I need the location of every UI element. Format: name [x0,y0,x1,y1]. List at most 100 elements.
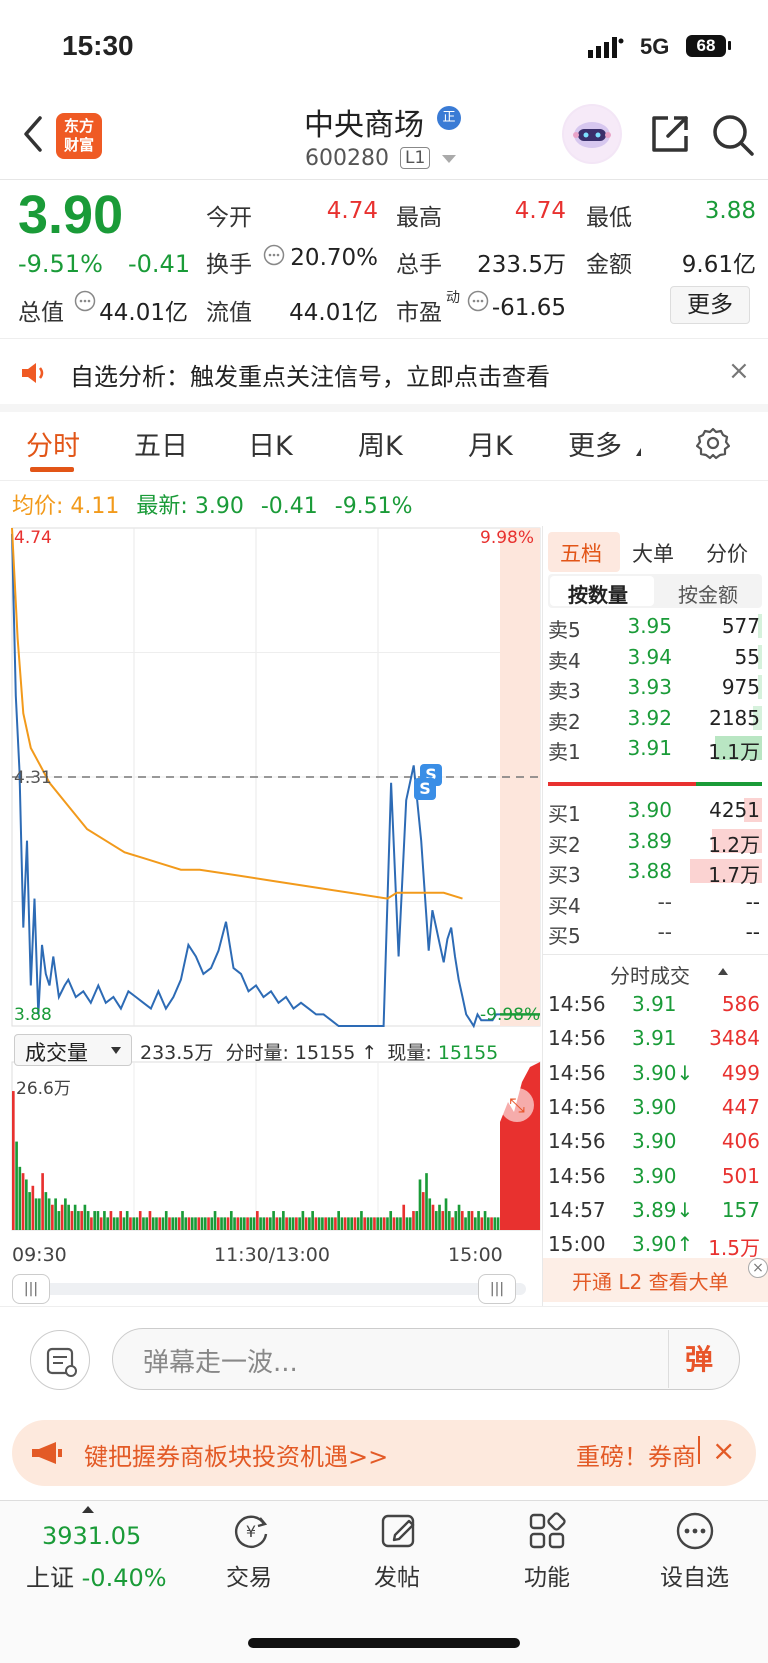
danmu-settings-icon[interactable] [30,1330,90,1390]
bid-row[interactable]: 买5 -- -- [548,918,762,948]
share-icon[interactable] [648,112,692,156]
bid-price: 3.89 [627,828,672,853]
bid-row[interactable]: 买3 3.88 1.7万 [548,857,762,887]
nav-trade-label[interactable]: 交易 [226,1558,272,1592]
settings-gear-icon[interactable] [696,426,730,460]
volume-bar [125,1211,129,1230]
banner-text-secondary[interactable]: 重磅！券商 [576,1437,696,1472]
range-scrollbar-track[interactable] [18,1283,526,1295]
notice-close-button[interactable]: × [728,356,750,386]
tab-big-order[interactable]: 大单 [632,538,674,568]
volume-bar [164,1211,168,1230]
danmu-placeholder[interactable]: 弹幕走一波... [143,1342,298,1379]
ask-row[interactable]: 卖2 3.92 2185 [548,704,762,734]
x-tick-noon: 11:30/13:00 [214,1244,330,1266]
subtab-by-amount[interactable]: 按金额 [678,579,738,608]
volume-bar [327,1217,331,1230]
volume-bar [73,1204,77,1230]
range-handle-right[interactable]: ||| [478,1274,516,1304]
bid-price: 3.90 [627,798,672,822]
volume-bar [233,1217,236,1230]
search-icon[interactable] [710,112,756,158]
trade-volume: 157 [721,1197,760,1222]
yen-refresh-icon[interactable]: ¥ [230,1510,272,1552]
bid-label: 买2 [548,832,581,857]
volume-bar [236,1217,240,1230]
header-divider [0,179,768,180]
chevron-down-icon[interactable] [442,155,456,163]
indicator-select[interactable]: 成交量 [14,1034,132,1066]
latest-value: 3.90 [194,494,244,519]
volume-bar [337,1211,340,1230]
more-dots-icon[interactable] [674,1510,716,1552]
tab-price-dist[interactable]: 分价 [706,538,748,568]
bid-row[interactable]: 买2 3.89 1.2万 [548,827,762,857]
volume-bar [174,1217,178,1230]
subtab-by-volume[interactable]: 按数量 [568,579,628,608]
danmu-send-button[interactable]: 弹 [685,1338,713,1378]
tab-more[interactable]: 更多 [568,424,622,463]
tab-daily-k[interactable]: 日K [248,424,293,463]
volume-bar [190,1217,194,1230]
chevron-up-icon[interactable] [82,1506,94,1513]
trade-time: 14:56 [548,1129,606,1154]
more-quote-button[interactable]: 更多 [670,286,750,324]
trade-volume: 406 [721,1129,760,1154]
ask-volume: 577 [721,614,760,638]
level-badge[interactable]: L1 [400,147,431,169]
info-dots-icon[interactable] [467,290,489,312]
tab-intraday[interactable]: 分时 [26,424,80,463]
ask-row[interactable]: 卖1 3.91 1.1万 [548,734,762,764]
volume-bar [171,1217,175,1230]
megaphone-icon [32,1442,62,1464]
app-logo: 东方 财富 [56,113,102,159]
bid-row[interactable]: 买4 -- -- [548,888,762,918]
tab-weekly-k[interactable]: 周K [358,424,403,463]
volume-bar [181,1211,184,1230]
status-time: 15:30 [62,30,134,61]
volume-bar [122,1217,126,1230]
bid-row[interactable]: 买1 3.90 4251 [548,796,762,826]
banner-text[interactable]: 键把握券商板块投资机遇>> [84,1437,388,1472]
tab-five-level[interactable]: 五档 [560,538,602,568]
tab-monthly-k[interactable]: 月K [468,424,513,463]
robot-icon [564,106,620,162]
signal-marker-s[interactable]: S [414,778,436,800]
volume-bar [473,1217,477,1230]
volume-bar [467,1211,471,1230]
volume-bar [38,1198,41,1230]
ask-row[interactable]: 卖3 3.93 975 [548,673,762,703]
volume-bar [464,1217,467,1230]
ask-label: 卖4 [548,648,581,673]
volume-bar [93,1211,96,1230]
tab-more-caret-icon [636,448,641,456]
edit-icon[interactable] [378,1510,420,1552]
tab-five-day[interactable]: 五日 [134,424,188,463]
banner-close-button[interactable]: × [712,1434,735,1467]
nav-add-watchlist-label[interactable]: 设自选 [660,1558,729,1592]
chevron-up-icon[interactable] [718,968,728,975]
range-handle-left[interactable]: ||| [12,1274,50,1304]
info-dots-icon[interactable] [74,290,96,312]
back-button[interactable] [18,112,48,156]
after-hours-volume [500,1062,540,1230]
assistant-robot-icon[interactable] [562,104,622,164]
market-cap-value: 44.01亿 [99,300,188,326]
index-ticker[interactable]: 上证 -0.40% [26,1558,167,1593]
intraday-chart[interactable] [0,522,544,1242]
expand-icon[interactable]: ⤡ [500,1088,534,1122]
grid-icon[interactable] [526,1510,568,1552]
volume-bar [207,1217,210,1230]
ask-row[interactable]: 卖5 3.95 577 [548,612,762,642]
l2-promo-close[interactable]: × [748,1258,768,1278]
nav-post-label[interactable]: 发帖 [374,1558,420,1592]
trade-volume: 499 [721,1060,760,1085]
volume-bar [421,1192,425,1230]
volume-bar [373,1217,376,1230]
index-value[interactable]: 3931.05 [42,1522,141,1550]
index-name: 上证 [26,1564,74,1592]
nav-function-label[interactable]: 功能 [524,1558,570,1592]
l2-promo-text[interactable]: 开通 L2 查看大单 [572,1266,729,1295]
notice-text[interactable]: 自选分析：触发重点关注信号，立即点击查看 [70,357,550,392]
ask-row[interactable]: 卖4 3.94 55 [548,643,762,673]
